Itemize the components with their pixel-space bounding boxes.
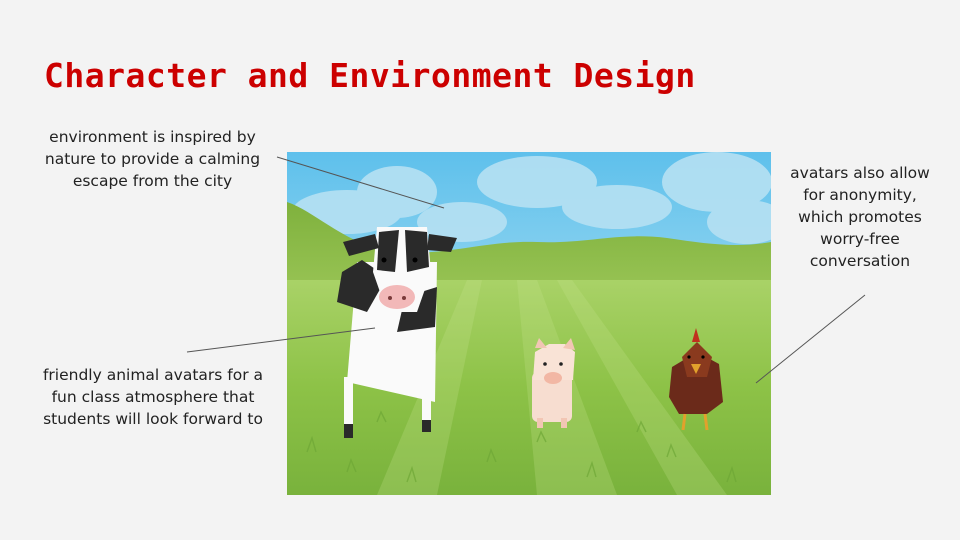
anonymity-note-line: which promotes	[798, 208, 922, 226]
pig-avatar	[532, 338, 575, 428]
environment-note-line: nature to provide a calming	[44, 150, 261, 168]
anonymity-note: avatars also allow for anonymity, which …	[765, 162, 955, 272]
anonymity-note-line: worry-free	[820, 230, 900, 248]
avatars-note-line: fun class atmosphere that	[51, 388, 255, 406]
anonymity-note-line: for anonymity,	[803, 186, 917, 204]
avatars-note: friendly animal avatars for a fun class …	[22, 364, 284, 430]
farm-scene-image	[287, 152, 787, 495]
environment-note-line: escape from the city	[72, 172, 233, 190]
farm-scene-illustration	[287, 152, 787, 495]
anonymity-callout-line	[755, 294, 866, 384]
avatars-note-line: friendly animal avatars for a	[42, 366, 264, 384]
avatars-note-line: students will look forward to	[43, 410, 263, 428]
anonymity-note-line: conversation	[809, 252, 911, 270]
environment-note: environment is inspired by nature to pro…	[20, 126, 285, 192]
slide-title: Character and Environment Design	[44, 56, 696, 95]
anonymity-note-line: avatars also allow	[790, 164, 930, 182]
environment-note-line: environment is inspired by	[49, 128, 256, 146]
